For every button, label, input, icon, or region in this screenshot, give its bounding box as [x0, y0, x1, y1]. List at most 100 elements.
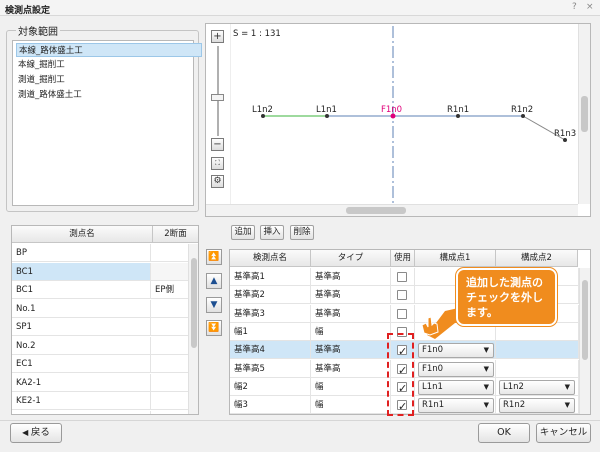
label-r1n2: R1n2 — [511, 105, 534, 115]
inspection-type-cell: 基準高 — [311, 304, 391, 323]
point1-select[interactable]: R1n1 ▼ — [418, 398, 494, 414]
point1-select[interactable]: F1n0 ▼ — [418, 343, 494, 359]
preview-hscroll-thumb[interactable] — [346, 207, 406, 214]
inspection-name-cell: 基準高1 — [230, 268, 311, 286]
ok-button[interactable]: OK — [478, 423, 530, 443]
callout-bubble: 追加した測点のチェックを外します。 — [456, 268, 557, 326]
move-up-button[interactable]: ▲ — [206, 273, 222, 289]
station-row[interactable]: KE2-1 — [12, 392, 188, 410]
station-2section-cell — [151, 392, 188, 410]
station-row[interactable]: BP — [12, 244, 188, 262]
help-icon[interactable]: ? — [572, 2, 577, 12]
station-scroll-thumb[interactable] — [191, 258, 197, 348]
inspection-name-cell: 幅1 — [230, 322, 311, 341]
inspection-use-cell — [391, 268, 415, 286]
station-name-cell: KE2-1 — [12, 392, 151, 410]
insp-col-name[interactable]: 検測点名 — [230, 250, 311, 267]
delete-button[interactable]: 削除 — [290, 225, 314, 240]
station-2section-cell — [151, 355, 188, 373]
inspection-point2-cell — [496, 359, 579, 378]
station-row[interactable]: KE2-2 — [12, 410, 188, 415]
use-checkbox[interactable] — [397, 308, 407, 319]
station-2section-cell — [151, 262, 188, 281]
cancel-button[interactable]: キャンセル — [536, 423, 591, 443]
inspection-type-cell: 基準高 — [311, 268, 391, 286]
point2-select[interactable]: L1n2 ▼ — [499, 379, 575, 395]
station-col-name[interactable]: 測点名 — [12, 226, 153, 243]
move-top-button[interactable]: ⏫ — [206, 249, 222, 265]
inspection-scrollbar[interactable] — [579, 268, 590, 414]
point1-select[interactable]: L1n1 ▼ — [418, 379, 494, 395]
station-table[interactable]: 測点名 2断面 BP BC1 BC1 EP側 No.1 SP1 No.2 EC1 KA2-1 KE… — [11, 225, 199, 415]
station-2section-cell — [151, 337, 188, 355]
target-range-item[interactable]: 測道_路体盛土工 — [16, 88, 202, 102]
station-row[interactable]: No.2 — [12, 336, 188, 355]
title-bar: 検測点設定 ? × — [0, 0, 600, 16]
station-row[interactable]: KA2-1 — [12, 373, 188, 392]
inspection-scroll-thumb[interactable] — [582, 280, 588, 360]
point1-select-value: L1n1 — [422, 381, 443, 392]
dropdown-arrow-icon: ▼ — [483, 346, 489, 355]
point1-select[interactable]: F1n0 ▼ — [418, 361, 494, 377]
back-arrow-icon: ◀ — [22, 428, 31, 437]
station-col-2section[interactable]: 2断面 — [153, 226, 198, 243]
target-range-item[interactable]: 本線_路体盛土工 — [16, 43, 202, 57]
label-f1n0: F1n0 — [381, 105, 403, 115]
station-2section-cell — [151, 300, 188, 318]
insert-button[interactable]: 挿入 — [260, 225, 284, 240]
point1-select-value: F1n0 — [422, 363, 444, 374]
inspection-type-cell: 幅 — [311, 377, 391, 396]
back-button[interactable]: ◀ 戻る — [10, 423, 62, 443]
station-name-cell: SP1 — [12, 318, 151, 336]
station-2section-cell — [151, 244, 188, 262]
station-scrollbar[interactable] — [188, 244, 198, 414]
inspection-name-cell: 幅2 — [230, 377, 311, 396]
inspection-type-cell: 幅 — [311, 396, 391, 414]
use-checkbox[interactable] — [397, 290, 407, 301]
point2-select-value: L1n2 — [503, 381, 524, 392]
target-range-list[interactable]: 本線_路体盛土工 本線_掘削工 測道_掘削工 測道_路体盛土工 — [12, 40, 202, 206]
inspection-type-cell: 基準高 — [311, 359, 391, 378]
window-title: 検測点設定 — [5, 6, 51, 16]
station-2section-cell — [151, 411, 188, 415]
label-l1n1: L1n1 — [316, 105, 337, 115]
use-checkbox[interactable] — [397, 272, 407, 282]
preview-vscroll-thumb[interactable] — [581, 96, 588, 132]
dropdown-arrow-icon: ▼ — [483, 401, 489, 410]
insp-col-type[interactable]: タイプ — [311, 250, 391, 267]
inspection-type-cell: 基準高 — [311, 341, 391, 360]
point2-select[interactable]: R1n2 ▼ — [499, 398, 575, 414]
target-range-label: 対象範囲 — [16, 23, 60, 38]
inspection-type-cell: 基準高 — [311, 286, 391, 305]
station-row[interactable]: BC1 — [12, 262, 188, 281]
inspection-type-cell: 幅 — [311, 322, 391, 341]
move-down-button[interactable]: ▼ — [206, 297, 222, 313]
station-name-cell: KE2-2 — [12, 410, 151, 414]
station-name-cell: No.1 — [12, 299, 151, 318]
dropdown-arrow-icon: ▼ — [564, 382, 570, 391]
station-row[interactable]: EC1 — [12, 355, 188, 373]
insp-col-use[interactable]: 使用 — [391, 250, 415, 267]
inspection-name-cell: 基準高5 — [230, 359, 311, 378]
use-column-highlight — [387, 333, 414, 416]
station-row[interactable]: BC1 EP側 — [12, 281, 188, 299]
point2-select-value: R1n2 — [503, 400, 526, 411]
preview-horizontal-scrollbar[interactable] — [206, 204, 578, 216]
callout-text: 追加した測点のチェックを外します。 — [466, 276, 543, 319]
target-range-item[interactable]: 測道_掘削工 — [16, 73, 202, 87]
close-icon[interactable]: × — [586, 2, 594, 12]
station-name-cell: KA2-1 — [12, 373, 151, 392]
move-bottom-button[interactable]: ⏬ — [206, 320, 222, 336]
cross-section-preview[interactable]: + − ⛶ ⚙ S = 1 : 131 L1n2 L1n1 F1n0 R1n1 … — [205, 23, 591, 217]
station-2section-cell — [151, 318, 188, 336]
label-l1n2: L1n2 — [252, 105, 273, 115]
station-name-cell: BP — [12, 244, 151, 262]
point1-select-value: F1n0 — [422, 345, 444, 356]
add-button[interactable]: 追加 — [231, 225, 255, 240]
preview-vertical-scrollbar[interactable] — [578, 24, 590, 204]
section-drawing — [261, 26, 567, 209]
station-row[interactable]: No.1 — [12, 299, 188, 318]
dropdown-arrow-icon: ▼ — [564, 401, 570, 410]
target-range-item[interactable]: 本線_掘削工 — [16, 58, 202, 72]
station-row[interactable]: SP1 — [12, 318, 188, 336]
